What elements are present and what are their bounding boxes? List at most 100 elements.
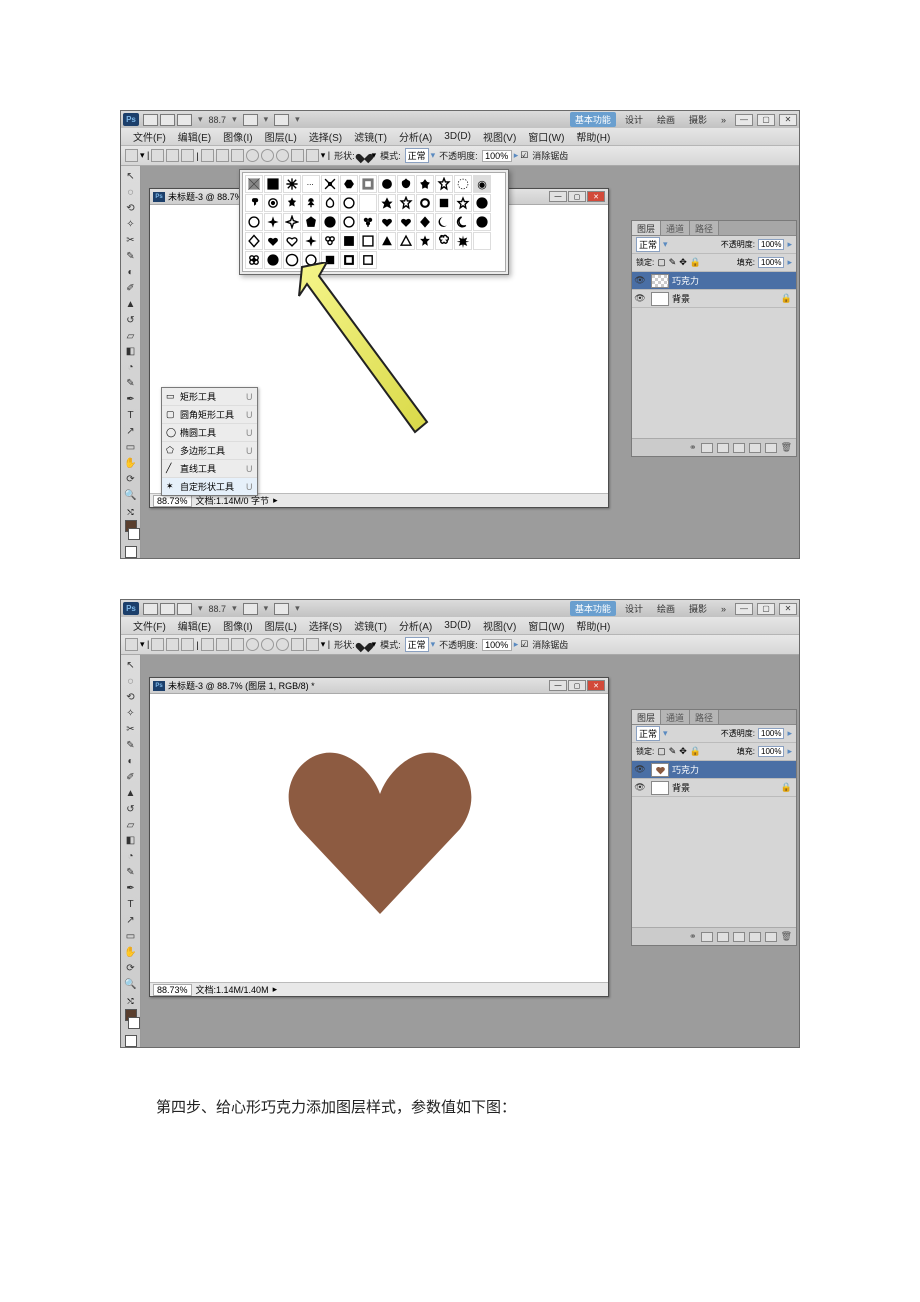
menu-select[interactable]: 选择(S) [303, 129, 348, 144]
freeform-icon[interactable] [216, 149, 229, 162]
link-icon[interactable]: ⚭ [689, 442, 697, 453]
visibility-icon[interactable]: 👁 [632, 293, 648, 304]
shape-cell[interactable] [321, 194, 339, 212]
crop-tool-icon[interactable]: ✂ [124, 723, 138, 736]
flyout-polygon[interactable]: ⬠多边形工具U [162, 442, 257, 460]
blur-tool-icon[interactable]: ◔ [124, 850, 138, 863]
menu-help[interactable]: 帮助(H) [570, 618, 616, 633]
menu-filter[interactable]: 滤镜(T) [348, 618, 393, 633]
folder-icon[interactable] [749, 443, 761, 453]
move-tool-icon[interactable]: ↖ [124, 659, 138, 672]
menu-layer[interactable]: 图层(L) [259, 618, 303, 633]
layer-chocolate[interactable]: 👁 巧克力 [632, 272, 796, 290]
layer-background[interactable]: 👁 背景 🔒 [632, 779, 796, 797]
tab-channels[interactable]: 通道 [661, 710, 690, 724]
shape-tool-icon[interactable]: ▭ [124, 441, 138, 454]
eraser-tool-icon[interactable]: ▱ [124, 330, 138, 343]
minibridge-icon[interactable] [160, 603, 175, 615]
menu-layer[interactable]: 图层(L) [259, 129, 303, 144]
doc-info-arrow-icon[interactable]: ▸ [273, 495, 278, 506]
custom-shape-icon[interactable] [306, 149, 319, 162]
folder-icon[interactable] [749, 932, 761, 942]
tab-paths[interactable]: 路径 [690, 710, 719, 724]
rect-shape-icon[interactable] [231, 149, 244, 162]
blend-mode-select[interactable]: 正常 [405, 637, 429, 652]
menu-window[interactable]: 窗口(W) [522, 129, 570, 144]
menu-file[interactable]: 文件(F) [127, 129, 172, 144]
wand-tool-icon[interactable]: ✧ [124, 218, 138, 231]
window-max-icon[interactable]: ▢ [757, 114, 775, 126]
shape-cell[interactable] [416, 175, 434, 193]
workspace-photo[interactable]: 摄影 [684, 601, 712, 616]
shape-donut[interactable] [283, 251, 301, 269]
shape-cell[interactable] [245, 194, 263, 212]
move-tool-icon[interactable]: ↖ [124, 170, 138, 183]
paths-icon[interactable] [166, 149, 179, 162]
flyout-rect[interactable]: ▭矩形工具U [162, 388, 257, 406]
shape-cell[interactable] [340, 194, 358, 212]
fx-icon[interactable] [701, 443, 713, 453]
shape-cell[interactable] [435, 175, 453, 193]
new-layer-icon[interactable] [765, 932, 777, 942]
menu-file[interactable]: 文件(F) [127, 618, 172, 633]
heart-shape-icon[interactable] [359, 150, 370, 161]
marquee-tool-icon[interactable]: ◌ [124, 675, 138, 688]
shape-cell[interactable] [416, 194, 434, 212]
marquee-tool-icon[interactable]: ◌ [124, 186, 138, 199]
zoom-readout[interactable]: 88.73% [153, 495, 192, 507]
shape-cell[interactable] [340, 251, 358, 269]
heal-tool-icon[interactable]: ◐ [124, 755, 138, 768]
menu-help[interactable]: 帮助(H) [570, 129, 616, 144]
shape-cell[interactable] [283, 175, 301, 193]
tool-preset-icon[interactable] [125, 638, 138, 651]
shape-cell[interactable] [435, 232, 453, 250]
brush-tool-icon[interactable]: ✐ [124, 771, 138, 784]
shape-cell[interactable] [321, 213, 339, 231]
menu-filter[interactable]: 滤镜(T) [348, 129, 393, 144]
shape-cell[interactable] [264, 175, 282, 193]
shape-cell[interactable] [283, 194, 301, 212]
flyout-ellipse[interactable]: ◯椭圆工具U [162, 424, 257, 442]
window-min-icon[interactable]: — [735, 114, 753, 126]
brush-tool-icon[interactable]: ✐ [124, 282, 138, 295]
heart-shape-icon[interactable] [359, 639, 370, 650]
shape-cell[interactable] [245, 175, 263, 193]
shape-cell[interactable] [264, 232, 282, 250]
gradient-tool-icon[interactable]: ◧ [124, 345, 138, 358]
document-canvas[interactable] [150, 694, 608, 982]
shape-cell[interactable] [397, 213, 415, 231]
shape-cell[interactable] [359, 232, 377, 250]
shape-cell[interactable] [302, 213, 320, 231]
shape-cell[interactable] [416, 213, 434, 231]
type-tool-icon[interactable]: T [124, 898, 138, 911]
arrange-icon[interactable] [243, 603, 258, 615]
wand-tool-icon[interactable]: ✧ [124, 707, 138, 720]
menu-3d[interactable]: 3D(D) [438, 620, 477, 631]
extras-icon[interactable] [274, 603, 289, 615]
shape-cell[interactable] [321, 251, 339, 269]
blur-tool-icon[interactable]: ◔ [124, 361, 138, 374]
polygon-shape-icon[interactable] [276, 149, 289, 162]
doc-min-icon[interactable]: — [549, 191, 567, 202]
lock-paint-icon[interactable]: ✎ [669, 257, 677, 268]
shape-cell[interactable] [378, 232, 396, 250]
menu-view[interactable]: 视图(V) [477, 618, 522, 633]
shape-cell[interactable] [321, 175, 339, 193]
flyout-custom[interactable]: ✶自定形状工具U [162, 478, 257, 495]
shape-cell[interactable] [473, 232, 491, 250]
line-shape-icon[interactable] [291, 149, 304, 162]
tab-channels[interactable]: 通道 [661, 221, 690, 235]
shape-cell[interactable] [473, 213, 491, 231]
shape-cell[interactable] [340, 175, 358, 193]
minibridge-icon[interactable] [160, 114, 175, 126]
crop-tool-icon[interactable]: ✂ [124, 234, 138, 247]
lock-trans-icon[interactable]: ▢ [657, 257, 666, 268]
tab-layers[interactable]: 图层 [632, 710, 661, 724]
workspace-essentials[interactable]: 基本功能 [570, 601, 616, 616]
shape-cell[interactable] [454, 213, 472, 231]
menu-image[interactable]: 图像(I) [217, 618, 258, 633]
stamp-tool-icon[interactable]: ▲ [124, 298, 138, 311]
layer-opacity-input[interactable]: 100% [758, 728, 784, 739]
pen-path-icon[interactable] [201, 149, 214, 162]
menu-analysis[interactable]: 分析(A) [393, 618, 438, 633]
